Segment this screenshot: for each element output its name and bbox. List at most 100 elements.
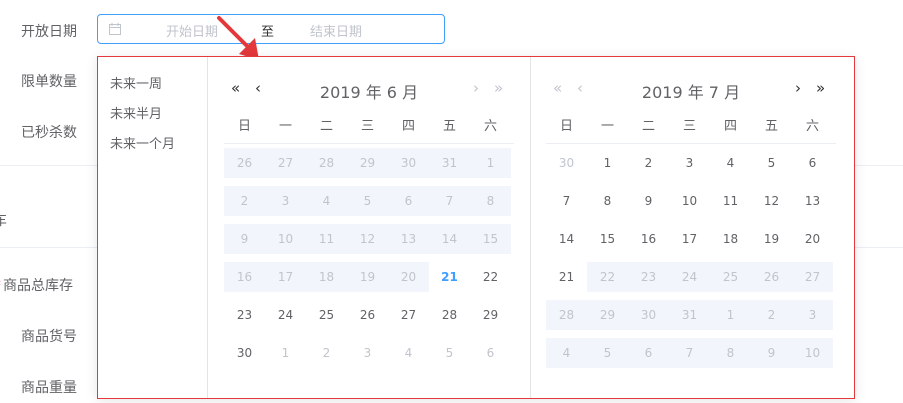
calendar-day-cell[interactable]: 28: [306, 148, 347, 178]
calendar-day-cell[interactable]: 22: [587, 262, 628, 292]
calendar-day-cell[interactable]: 30: [628, 300, 669, 330]
calendar-day-cell[interactable]: 13: [792, 186, 833, 216]
calendar-day-cell[interactable]: 29: [347, 148, 388, 178]
calendar-day-cell[interactable]: 21: [429, 262, 470, 292]
calendar-day-cell[interactable]: 5: [347, 186, 388, 216]
calendar-day-cell[interactable]: 3: [669, 148, 710, 178]
calendar-day-cell[interactable]: 2: [628, 148, 669, 178]
calendar-day-cell[interactable]: 11: [306, 224, 347, 254]
calendar-day-cell[interactable]: 16: [224, 262, 265, 292]
label-weight: 商品重量: [21, 380, 77, 396]
calendar-day-cell[interactable]: 30: [546, 148, 587, 178]
calendar-day-cell[interactable]: 26: [224, 148, 265, 178]
calendar-day-cell[interactable]: 28: [429, 300, 470, 330]
calendar-day-cell[interactable]: 4: [388, 338, 429, 368]
calendar-day-cell[interactable]: 6: [470, 338, 511, 368]
calendar-day-cell[interactable]: 29: [470, 300, 511, 330]
weekday-label: 日: [237, 119, 251, 134]
calendar-week-row: 14 15 16 17 18 19 20: [546, 224, 836, 254]
calendar-day-cell[interactable]: 30: [224, 338, 265, 368]
next-year-button[interactable]: »: [494, 79, 503, 97]
calendar-day-cell[interactable]: 14: [546, 224, 587, 254]
calendar-day-cell[interactable]: 12: [751, 186, 792, 216]
shortcut-next-month[interactable]: 未来一个月: [110, 133, 175, 152]
calendar-day-cell[interactable]: 19: [347, 262, 388, 292]
calendar-day-cell[interactable]: 15: [470, 224, 511, 254]
calendar-day-cell[interactable]: 7: [429, 186, 470, 216]
calendar-day-cell[interactable]: 1: [587, 148, 628, 178]
calendar-day-cell[interactable]: 30: [388, 148, 429, 178]
calendar-day-cell[interactable]: 7: [669, 338, 710, 368]
calendar-day-cell[interactable]: 23: [628, 262, 669, 292]
calendar-day-cell[interactable]: 9: [751, 338, 792, 368]
calendar-day-cell[interactable]: 5: [751, 148, 792, 178]
calendar-day-cell[interactable]: 31: [429, 148, 470, 178]
calendar-day-cell[interactable]: 2: [224, 186, 265, 216]
calendar-day-cell[interactable]: 24: [265, 300, 306, 330]
shortcut-next-half-month[interactable]: 未来半月: [110, 103, 162, 122]
calendar-day-cell[interactable]: 5: [429, 338, 470, 368]
calendar-day-cell[interactable]: 13: [388, 224, 429, 254]
calendar-day-cell[interactable]: 27: [265, 148, 306, 178]
calendar-day-cell[interactable]: 3: [347, 338, 388, 368]
calendar-day-cell[interactable]: 23: [224, 300, 265, 330]
calendar-day-cell[interactable]: 4: [710, 148, 751, 178]
end-date-input[interactable]: 结束日期: [310, 21, 362, 40]
calendar-day-cell[interactable]: 25: [306, 300, 347, 330]
calendar-day-cell[interactable]: 10: [792, 338, 833, 368]
calendar-day-cell[interactable]: 24: [669, 262, 710, 292]
calendar-day-cell[interactable]: 15: [587, 224, 628, 254]
date-range-input[interactable]: 开始日期 至 结束日期: [97, 14, 445, 44]
calendar-day-cell[interactable]: 19: [751, 224, 792, 254]
calendar-day-cell[interactable]: 6: [388, 186, 429, 216]
calendar-day-cell[interactable]: 1: [265, 338, 306, 368]
calendar-day-cell[interactable]: 20: [792, 224, 833, 254]
calendar-day-cell[interactable]: 2: [306, 338, 347, 368]
calendar-day-cell[interactable]: 16: [628, 224, 669, 254]
calendar-day-cell[interactable]: 18: [710, 224, 751, 254]
calendar-day-cell[interactable]: 20: [388, 262, 429, 292]
calendar-day-cell[interactable]: 10: [669, 186, 710, 216]
left-month-title: 2019 年 6 月: [319, 83, 419, 102]
calendar-day-cell[interactable]: 27: [792, 262, 833, 292]
next-month-button[interactable]: ›: [795, 79, 801, 97]
calendar-day-cell[interactable]: 7: [546, 186, 587, 216]
calendar-day-cell[interactable]: 9: [628, 186, 669, 216]
calendar-day-cell[interactable]: 17: [669, 224, 710, 254]
calendar-day-cell[interactable]: 6: [792, 148, 833, 178]
date-picker-panel: 未来一周 未来半月 未来一个月 « ‹ 2019 年 6 月 › » 日一二三四…: [97, 56, 855, 399]
calendar-day-cell[interactable]: 26: [347, 300, 388, 330]
calendar-day-cell[interactable]: 28: [546, 300, 587, 330]
calendar-day-cell[interactable]: 27: [388, 300, 429, 330]
calendar-day-cell[interactable]: 25: [710, 262, 751, 292]
calendar-day-cell[interactable]: 17: [265, 262, 306, 292]
calendar-day-cell[interactable]: 6: [628, 338, 669, 368]
calendar-day-cell[interactable]: 11: [710, 186, 751, 216]
calendar-day-cell[interactable]: 21: [546, 262, 587, 292]
calendar-day-cell[interactable]: 4: [546, 338, 587, 368]
next-month-button[interactable]: ›: [473, 79, 479, 97]
next-year-button[interactable]: »: [816, 79, 825, 97]
calendar-day-cell[interactable]: 10: [265, 224, 306, 254]
calendar-day-cell[interactable]: 9: [224, 224, 265, 254]
calendar-day-cell[interactable]: 31: [669, 300, 710, 330]
calendar-day-cell[interactable]: 4: [306, 186, 347, 216]
calendar-day-cell[interactable]: 5: [587, 338, 628, 368]
calendar-day-cell[interactable]: 8: [710, 338, 751, 368]
calendar-day-cell[interactable]: 22: [470, 262, 511, 292]
calendar-day-cell[interactable]: 18: [306, 262, 347, 292]
calendar-day-cell[interactable]: 2: [751, 300, 792, 330]
calendar-day-cell[interactable]: 1: [710, 300, 751, 330]
calendar-day-cell[interactable]: 3: [265, 186, 306, 216]
start-date-input[interactable]: 开始日期: [166, 21, 218, 40]
calendar-day-cell[interactable]: 29: [587, 300, 628, 330]
calendar-day-cell[interactable]: 1: [470, 148, 511, 178]
calendar-day-cell[interactable]: 8: [587, 186, 628, 216]
shortcut-next-week[interactable]: 未来一周: [110, 73, 162, 92]
right-month-title: 2019 年 7 月: [641, 83, 741, 102]
calendar-day-cell[interactable]: 26: [751, 262, 792, 292]
calendar-day-cell[interactable]: 8: [470, 186, 511, 216]
calendar-day-cell[interactable]: 14: [429, 224, 470, 254]
calendar-day-cell[interactable]: 3: [792, 300, 833, 330]
calendar-day-cell[interactable]: 12: [347, 224, 388, 254]
